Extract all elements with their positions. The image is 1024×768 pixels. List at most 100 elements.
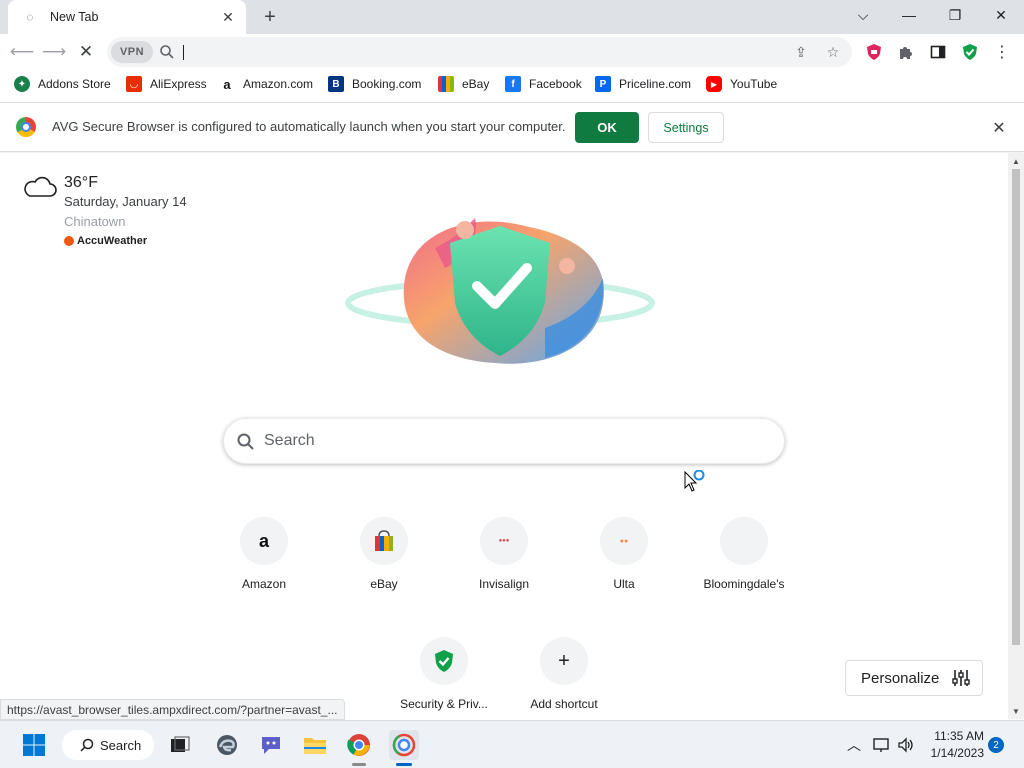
text-caret	[183, 45, 184, 60]
shortcut-label: Security & Priv...	[400, 697, 488, 711]
show-hidden-icons-chevron-icon[interactable]: ︿	[840, 731, 868, 759]
amazon-icon: a	[240, 517, 288, 565]
clock-time[interactable]: 11:35 AM	[928, 729, 984, 743]
new-tab-page: 36°F Saturday, January 14 Chinatown Accu…	[0, 153, 1008, 719]
minimize-button[interactable]: —	[886, 0, 932, 30]
ok-button[interactable]: OK	[575, 112, 639, 143]
bloomingdales-icon	[720, 517, 768, 565]
bookmark-priceline[interactable]: P Priceline.com	[595, 75, 691, 93]
page-scrollbar[interactable]: ▲ ▼	[1008, 153, 1024, 719]
shortcut-label: Bloomingdale's	[703, 577, 785, 591]
edge-browser-icon[interactable]	[213, 731, 241, 759]
shortcut-label: Amazon	[241, 577, 287, 591]
bookmark-label: Addons Store	[38, 77, 111, 91]
notification-badge[interactable]: 2	[988, 737, 1004, 753]
address-bar[interactable]: VPN ⇪ ☆	[107, 37, 852, 67]
plus-icon: +	[540, 637, 588, 685]
bookmark-booking[interactable]: B Booking.com	[328, 75, 421, 93]
ebay-bag-icon	[360, 517, 408, 565]
volume-icon[interactable]	[892, 731, 920, 759]
accuweather-label: AccuWeather	[77, 235, 148, 247]
loading-icon: ◌	[26, 10, 34, 24]
extensions-puzzle-icon[interactable]	[896, 42, 916, 62]
network-icon[interactable]	[867, 731, 895, 759]
stop-loading-button[interactable]: ✕	[72, 38, 100, 66]
bookmark-star-icon[interactable]: ☆	[823, 42, 843, 62]
ulta-icon: ●●	[600, 517, 648, 565]
back-button[interactable]: ⟵	[8, 38, 36, 66]
scroll-thumb[interactable]	[1012, 169, 1020, 645]
file-explorer-icon[interactable]	[301, 731, 329, 759]
side-panel-icon[interactable]	[928, 42, 948, 62]
taskbar-search-label: Search	[100, 737, 142, 753]
tab-new-tab[interactable]: ◌ New Tab ✕	[8, 0, 246, 34]
share-icon[interactable]: ⇪	[791, 42, 811, 62]
chrome-icon[interactable]	[345, 731, 373, 759]
scroll-up-arrow-icon[interactable]: ▲	[1011, 156, 1021, 166]
shortcut-label: Ulta	[613, 577, 635, 591]
close-tab-icon[interactable]: ✕	[220, 9, 236, 25]
facebook-icon: f	[505, 76, 521, 92]
avg-active-indicator	[396, 763, 412, 766]
shortcut-ebay[interactable]: eBay	[328, 517, 440, 607]
forward-button[interactable]: ⟶	[40, 38, 68, 66]
weather-temperature: 36°F	[64, 174, 98, 191]
auto-launch-infobar: AVG Secure Browser is configured to auto…	[0, 102, 1024, 152]
new-tab-button[interactable]: +	[258, 5, 282, 29]
mouse-cursor-busy-icon	[684, 470, 705, 492]
bookmark-facebook[interactable]: f Facebook	[505, 75, 582, 93]
tab-title: New Tab	[50, 10, 99, 24]
start-windows-icon[interactable]	[20, 731, 48, 759]
shortcut-label: eBay	[370, 577, 398, 591]
tab-search-chevron-icon[interactable]: ⌵	[840, 0, 886, 30]
avg-browser-logo-icon	[16, 117, 36, 137]
shortcut-amazon[interactable]: a Amazon	[208, 517, 320, 607]
shortcut-security-privacy[interactable]: Security & Priv...	[388, 637, 500, 719]
invisalign-icon: ●●●	[480, 517, 528, 565]
close-infobar-icon[interactable]: ✕	[990, 119, 1008, 137]
shortcut-invisalign[interactable]: ●●● Invisalign	[448, 517, 560, 607]
shortcut-label: Add shortcut	[530, 697, 598, 711]
search-icon	[80, 738, 94, 752]
shortcut-label: Invisalign	[478, 577, 530, 591]
bookmark-youtube[interactable]: ▶ YouTube	[706, 75, 777, 93]
weather-location[interactable]: Chinatown	[64, 214, 125, 229]
bookmark-label: Facebook	[529, 77, 582, 91]
menu-kebab-icon[interactable]: ⋮	[992, 42, 1012, 62]
scroll-down-arrow-icon[interactable]: ▼	[1011, 706, 1021, 716]
close-window-button[interactable]: ✕	[978, 0, 1024, 30]
browser-toolbar: ⟵ ⟶ ✕ VPN ⇪ ☆ ⋮	[0, 34, 1024, 70]
personalize-button[interactable]: Personalize	[845, 660, 983, 696]
task-view-icon[interactable]	[166, 731, 194, 759]
bookmark-ebay[interactable]: eBay	[438, 75, 489, 93]
vpn-button[interactable]: VPN	[111, 41, 153, 63]
sliders-icon	[952, 670, 971, 686]
taskbar-search-button[interactable]: Search	[62, 730, 154, 760]
shield-check-icon	[420, 637, 468, 685]
bookmarks-bar: ✦ Addons Store ◡ AliExpress a Amazon.com…	[0, 70, 1024, 98]
ebay-icon	[438, 76, 454, 92]
shortcut-bloomingdales[interactable]: Bloomingdale's	[688, 517, 800, 607]
search-placeholder: Search	[264, 432, 315, 449]
security-shield-extension-icon[interactable]	[960, 42, 980, 62]
bookmark-label: AliExpress	[150, 77, 207, 91]
accuweather-logo[interactable]: AccuWeather	[64, 235, 147, 247]
bookmark-addons-store[interactable]: ✦ Addons Store	[14, 75, 111, 93]
bookmark-label: Priceline.com	[619, 77, 692, 91]
avg-secure-browser-icon[interactable]	[389, 730, 419, 760]
settings-button[interactable]: Settings	[648, 112, 724, 143]
search-icon	[160, 45, 174, 59]
bookmark-amazon[interactable]: a Amazon.com	[219, 75, 313, 93]
weather-date: Saturday, January 14	[64, 194, 187, 209]
bookmark-label: Booking.com	[352, 77, 422, 91]
add-shortcut-button[interactable]: + Add shortcut	[508, 637, 620, 719]
search-box[interactable]: Search	[223, 418, 785, 464]
shortcut-ulta[interactable]: ●● Ulta	[568, 517, 680, 607]
booking-icon: B	[328, 76, 344, 92]
clock-date[interactable]: 1/14/2023	[922, 746, 984, 760]
teams-chat-icon[interactable]	[257, 731, 285, 759]
cloud-icon	[24, 176, 57, 197]
bookmark-aliexpress[interactable]: ◡ AliExpress	[126, 75, 207, 93]
adblock-extension-icon[interactable]	[864, 42, 884, 62]
restore-button[interactable]: ❐	[932, 0, 978, 30]
